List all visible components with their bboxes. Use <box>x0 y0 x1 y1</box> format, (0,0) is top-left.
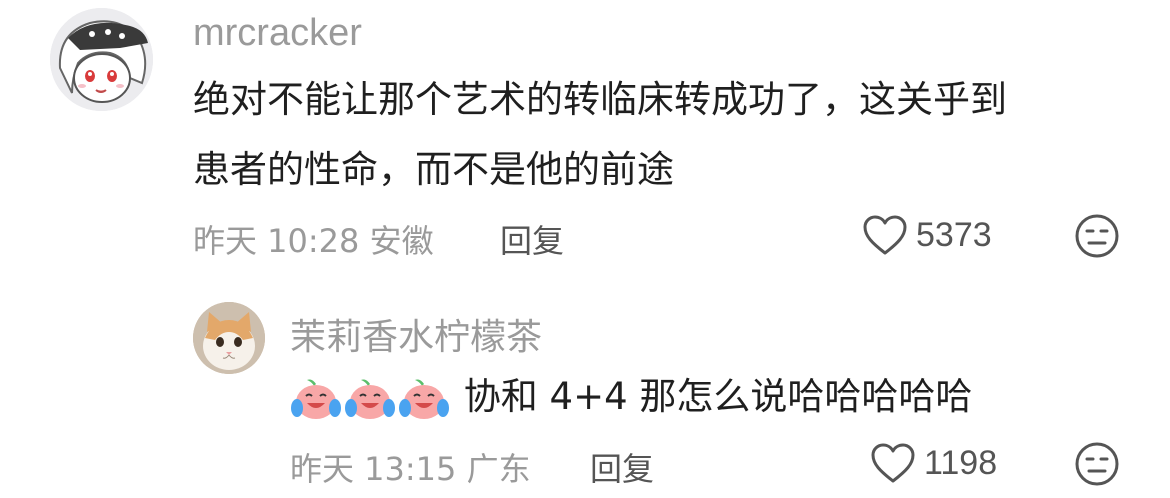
comment-meta: 昨天 10:28 安徽 <box>193 222 434 260</box>
like-count: 5373 <box>916 215 992 254</box>
like-button[interactable]: 5373 <box>862 214 992 256</box>
comment-item: mrcracker 绝对不能让那个艺术的转临床转成功了，这关乎到 患者的性命，而… <box>0 0 1170 270</box>
like-count: 1198 <box>924 443 998 482</box>
comment-text: 协和 4+4 那怎么说哈哈哈哈哈 <box>290 362 1130 432</box>
username[interactable]: mrcracker <box>193 12 362 55</box>
dislike-button[interactable] <box>1074 441 1120 491</box>
unamused-face-icon <box>1075 442 1119 486</box>
username[interactable]: 茉莉香水柠檬茶 <box>290 308 542 360</box>
comment-text-line: 协和 4+4 那怎么说哈哈哈哈哈 <box>463 375 973 418</box>
emoji-group <box>290 375 464 419</box>
crying-laughing-peach-emoji-icon <box>399 379 449 419</box>
unamused-face-icon <box>1075 214 1119 258</box>
comment-meta: 昨天 13:15 广东 <box>290 450 531 488</box>
comment-text: 绝对不能让那个艺术的转临床转成功了，这关乎到 患者的性命，而不是他的前途 <box>193 65 1133 205</box>
avatar[interactable] <box>193 302 265 374</box>
reply-button[interactable]: 回复 <box>590 444 654 490</box>
crying-laughing-peach-emoji-icon <box>291 379 341 419</box>
heart-outline-icon <box>863 215 907 255</box>
dislike-button[interactable] <box>1074 213 1120 263</box>
crying-laughing-peach-emoji-icon <box>345 379 395 419</box>
avatar[interactable] <box>50 8 153 111</box>
reply-item: 茉莉香水柠檬茶 协和 4+4 那怎么说哈哈哈哈哈 昨天 13:15 广东 回复 … <box>0 290 1170 498</box>
reply-button[interactable]: 回复 <box>500 216 564 262</box>
heart-outline-icon <box>871 443 915 483</box>
anime-girl-avatar-icon <box>50 8 153 111</box>
comment-text-line: 绝对不能让那个艺术的转临床转成功了，这关乎到 <box>193 78 1007 121</box>
comment-text-line: 患者的性命，而不是他的前途 <box>193 148 674 191</box>
like-button[interactable]: 1198 <box>870 442 997 484</box>
cat-avatar-icon <box>193 302 265 374</box>
